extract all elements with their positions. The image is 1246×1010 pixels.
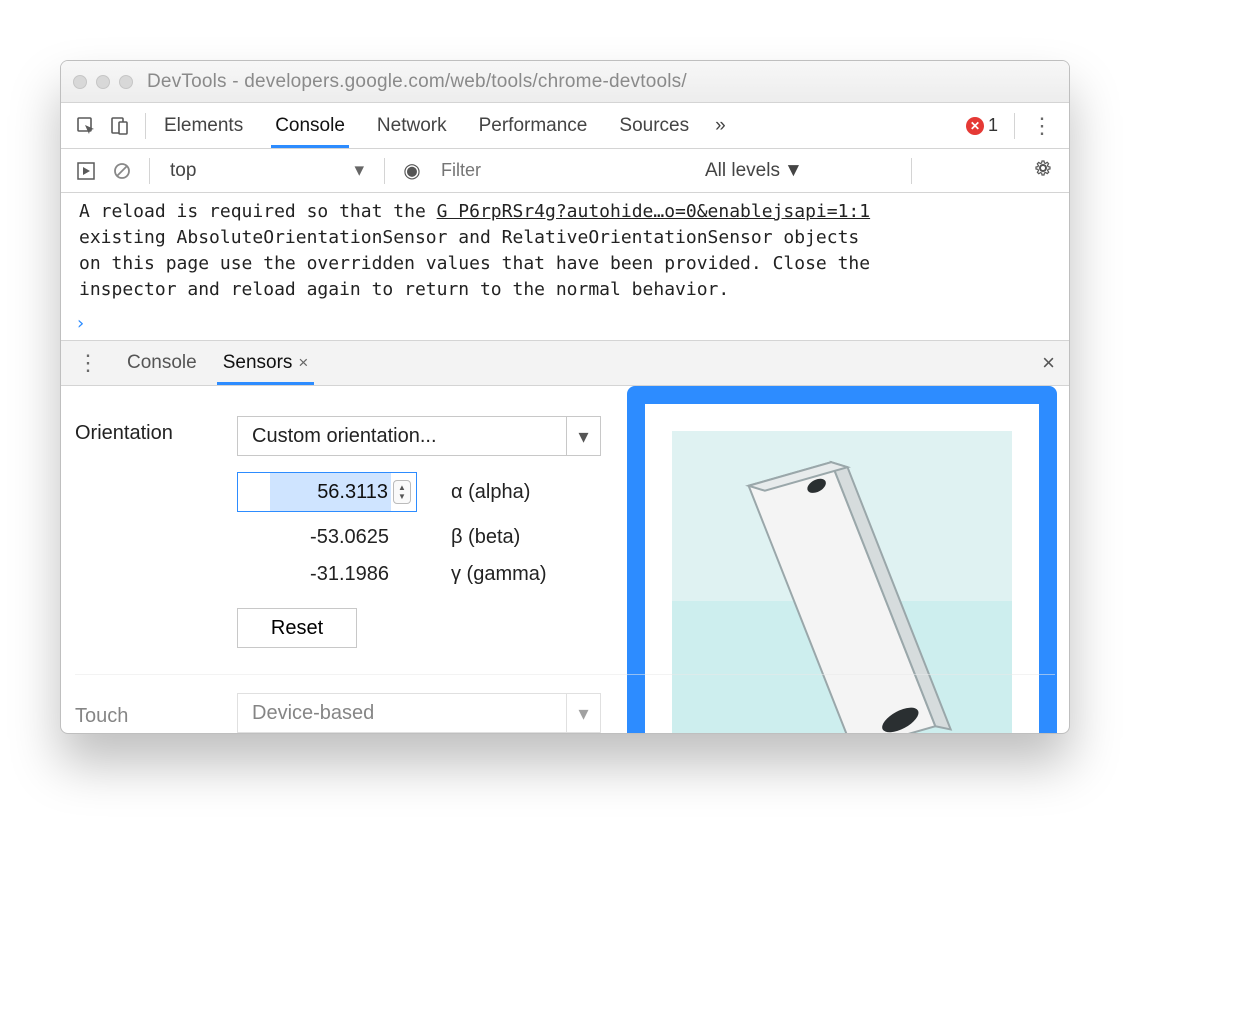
tab-elements[interactable]: Elements (162, 104, 245, 147)
message-source-link[interactable]: G P6rpRSr4g?autohide…o=0&enablejsapi=1:1 (437, 201, 870, 222)
zoom-dot[interactable] (119, 75, 133, 89)
orientation-preset-value: Custom orientation... (238, 425, 451, 448)
divider (145, 113, 146, 139)
error-icon: ✕ (966, 117, 984, 135)
tab-console[interactable]: Console (273, 104, 347, 147)
orientation-preset-select[interactable]: Custom orientation... ▾ (237, 416, 601, 456)
close-icon[interactable]: × (298, 353, 308, 373)
gamma-value[interactable]: -31.1986 (237, 563, 417, 586)
reset-button[interactable]: Reset (237, 608, 357, 648)
divider (911, 158, 912, 184)
beta-value[interactable]: -53.0625 (237, 526, 417, 549)
gamma-label: γ (gamma) (427, 563, 587, 586)
touch-label: Touch (75, 699, 215, 728)
tabs-overflow[interactable]: » (713, 104, 728, 147)
window-titlebar: DevTools - developers.google.com/web/too… (61, 61, 1069, 103)
context-value: top (170, 160, 196, 182)
drawer-close-icon[interactable]: × (1038, 350, 1059, 376)
drawer-tab-sensors[interactable]: Sensors × (219, 342, 313, 384)
touch-select[interactable]: Device-based ▾ (237, 693, 601, 733)
error-count[interactable]: ✕ 1 (966, 115, 998, 136)
alpha-input[interactable] (237, 472, 417, 512)
toggle-device-icon[interactable] (105, 111, 135, 141)
gear-icon[interactable] (1027, 158, 1059, 184)
window-title: DevTools - developers.google.com/web/too… (147, 71, 687, 93)
chevron-down-icon: ▾ (566, 417, 600, 455)
kebab-menu-icon[interactable]: ⋮ (1025, 113, 1059, 139)
alpha-label: α (alpha) (427, 481, 587, 504)
eye-icon[interactable]: ◉ (397, 156, 427, 186)
sensors-panel: Orientation Custom orientation... ▾ ▲▼ α… (61, 386, 1069, 733)
console-prompt[interactable]: › (61, 311, 1069, 340)
error-count-value: 1 (988, 115, 998, 136)
clear-console-icon[interactable] (107, 156, 137, 186)
chevron-down-icon: ▼ (784, 160, 803, 182)
drawer-kebab-icon[interactable]: ⋮ (71, 350, 105, 376)
main-toolbar: Elements Console Network Performance Sou… (61, 103, 1069, 149)
console-message: A reload is required so that the G P6rpR… (79, 199, 1051, 303)
main-tabs: Elements Console Network Performance Sou… (162, 104, 962, 147)
levels-label: All levels (705, 160, 780, 182)
drawer-tabbar: ⋮ Console Sensors × × (61, 340, 1069, 386)
close-dot[interactable] (73, 75, 87, 89)
beta-label: β (beta) (427, 526, 587, 549)
execution-play-icon[interactable] (71, 156, 101, 186)
console-log-area: A reload is required so that the G P6rpR… (61, 193, 1069, 311)
chevron-down-icon: ▾ (566, 694, 600, 732)
divider (1014, 113, 1015, 139)
divider (149, 158, 150, 184)
log-levels-select[interactable]: All levels ▼ (705, 160, 803, 182)
drawer-tab-console[interactable]: Console (123, 342, 201, 384)
touch-value: Device-based (238, 702, 388, 725)
traffic-lights (73, 75, 133, 89)
orientation-label: Orientation (75, 416, 215, 445)
tab-network[interactable]: Network (375, 104, 449, 147)
chevron-down-icon: ▾ (354, 159, 364, 182)
filter-input[interactable] (433, 157, 681, 185)
console-toolbar: top ▾ ◉ All levels ▼ (61, 149, 1069, 193)
inspect-element-icon[interactable] (71, 111, 101, 141)
minimize-dot[interactable] (96, 75, 110, 89)
devtools-window: DevTools - developers.google.com/web/too… (60, 60, 1070, 734)
tab-performance[interactable]: Performance (477, 104, 590, 147)
divider (384, 158, 385, 184)
stepper-icon[interactable]: ▲▼ (393, 480, 411, 504)
context-select[interactable]: top ▾ (162, 155, 372, 186)
tab-sources[interactable]: Sources (617, 104, 691, 147)
touch-section: Touch Device-based ▾ (75, 674, 1055, 733)
